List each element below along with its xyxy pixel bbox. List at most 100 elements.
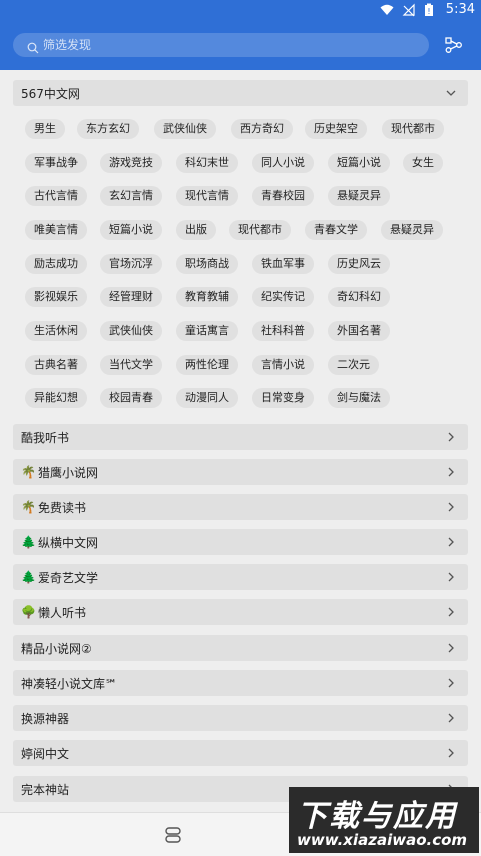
chip[interactable]: 东方玄幻 (77, 119, 139, 139)
chip[interactable]: 现代都市 (229, 220, 291, 240)
chip[interactable]: 剑与魔法 (328, 388, 390, 408)
chevron-right-icon (446, 431, 456, 442)
source-label: 神凑轻小说文库℠ (21, 676, 118, 691)
chip[interactable]: 唯美言情 (25, 220, 87, 240)
chip[interactable]: 青春校园 (252, 186, 314, 206)
chip[interactable]: 武侠仙侠 (154, 119, 216, 139)
battery-icon: ! (424, 3, 438, 17)
source-label: 猎鹰小说网 (37, 465, 98, 480)
chevron-right-icon (446, 606, 456, 617)
chevron-right-icon (446, 642, 456, 653)
search-bar[interactable] (13, 33, 429, 57)
source-shencou[interactable]: 神凑轻小说文库℠ (13, 670, 468, 696)
chip[interactable]: 现代言情 (176, 186, 238, 206)
chip[interactable]: 女生 (403, 153, 443, 173)
chip[interactable]: 纪实传记 (252, 287, 314, 307)
chip[interactable]: 古典名著 (25, 355, 87, 375)
chip[interactable]: 游戏竞技 (100, 153, 162, 173)
status-bar: ! 5:34 (0, 0, 481, 22)
chip[interactable]: 异能幻想 (25, 388, 87, 408)
deciduous-tree-icon: 🌳 (21, 605, 36, 619)
palm-tree-icon: 🌴 (21, 465, 36, 479)
no-signal-icon (402, 3, 416, 17)
chip[interactable]: 外国名著 (328, 321, 390, 341)
chip[interactable]: 生活休闲 (25, 321, 87, 341)
source-label: 酷我听书 (21, 430, 70, 445)
chip[interactable]: 励志成功 (25, 254, 87, 274)
group-title: 567中文网 (21, 86, 80, 101)
chip[interactable]: 教育教辅 (176, 287, 238, 307)
svg-text:!: ! (427, 7, 430, 16)
source-lanren[interactable]: 🌳 懒人听书 (13, 599, 468, 625)
chip[interactable]: 两性伦理 (176, 355, 238, 375)
chevron-right-icon (446, 466, 456, 477)
search-icon (27, 39, 39, 54)
source-huanyuan[interactable]: 换源神器 (13, 705, 468, 731)
chip[interactable]: 童话寓言 (176, 321, 238, 341)
chevron-right-icon (446, 712, 456, 723)
chip[interactable]: 男生 (25, 119, 65, 139)
group-567-header[interactable]: 567中文网 (13, 80, 468, 106)
palm-tree-icon: 🌴 (21, 500, 36, 514)
source-kuwo[interactable]: 酷我听书 (13, 424, 468, 450)
chip[interactable]: 二次元 (328, 355, 379, 375)
chip[interactable]: 影视娱乐 (25, 287, 87, 307)
chevron-right-icon (446, 536, 456, 547)
source-label: 完本神站 (21, 782, 70, 797)
chip[interactable]: 武侠仙侠 (100, 321, 162, 341)
source-label: 爱奇艺文学 (37, 570, 98, 585)
chip[interactable]: 社科科普 (252, 321, 314, 341)
chip[interactable]: 短篇小说 (328, 153, 390, 173)
chip[interactable]: 古代言情 (25, 186, 87, 206)
evergreen-tree-icon: 🌲 (21, 535, 36, 549)
chevron-right-icon (446, 677, 456, 688)
source-label: 懒人听书 (37, 605, 86, 620)
chevron-right-icon (446, 747, 456, 758)
clock: 5:34 (445, 2, 475, 17)
chip[interactable]: 西方奇幻 (231, 119, 293, 139)
source-label: 婷阅中文 (21, 746, 70, 761)
chip[interactable]: 悬疑灵异 (381, 220, 443, 240)
source-zongheng[interactable]: 🌲 纵横中文网 (13, 529, 468, 555)
chip[interactable]: 奇幻科幻 (328, 287, 390, 307)
wifi-icon (380, 3, 394, 17)
chevron-down-icon (446, 87, 456, 97)
chip[interactable]: 悬疑灵异 (328, 186, 390, 206)
share-icon[interactable] (445, 36, 463, 54)
source-lieying[interactable]: 🌴 猎鹰小说网 (13, 459, 468, 485)
source-iqiyi[interactable]: 🌲 爱奇艺文学 (13, 564, 468, 590)
chip[interactable]: 短篇小说 (100, 220, 162, 240)
chip[interactable]: 经管理财 (100, 287, 162, 307)
chip[interactable]: 玄幻言情 (100, 186, 162, 206)
chip[interactable]: 校园青春 (100, 388, 162, 408)
app-header: ! 5:34 (0, 0, 481, 70)
chip[interactable]: 历史风云 (328, 254, 390, 274)
source-jingpin[interactable]: 精品小说网② (13, 635, 468, 661)
discover-list: 567中文网 男生 东方玄幻 武侠仙侠 西方奇幻 历史架空 现代都市 军事战争 … (0, 70, 481, 812)
source-tingyue[interactable]: 婷阅中文 (13, 740, 468, 766)
bookshelf-icon[interactable] (164, 826, 182, 844)
search-input[interactable] (43, 38, 403, 52)
site-watermark: 下载与应用 www.xiazaiwao.com (289, 787, 479, 853)
source-label: 免费读书 (37, 500, 86, 515)
chip[interactable]: 动漫同人 (176, 388, 238, 408)
source-label: 精品小说网② (21, 641, 92, 656)
chevron-right-icon (446, 501, 456, 512)
evergreen-tree-icon: 🌲 (21, 570, 36, 584)
chip[interactable]: 历史架空 (305, 119, 367, 139)
chip[interactable]: 铁血军事 (252, 254, 314, 274)
chip[interactable]: 官场沉浮 (100, 254, 162, 274)
chip[interactable]: 职场商战 (176, 254, 238, 274)
chevron-right-icon (446, 571, 456, 582)
chip[interactable]: 言情小说 (252, 355, 314, 375)
chip[interactable]: 科幻末世 (176, 153, 238, 173)
chip[interactable]: 同人小说 (252, 153, 314, 173)
chip[interactable]: 日常变身 (252, 388, 314, 408)
chip[interactable]: 当代文学 (100, 355, 162, 375)
chip[interactable]: 青春文学 (305, 220, 367, 240)
chip[interactable]: 出版 (176, 220, 216, 240)
chip[interactable]: 现代都市 (382, 119, 444, 139)
source-mianfei[interactable]: 🌴 免费读书 (13, 494, 468, 520)
chip[interactable]: 军事战争 (25, 153, 87, 173)
source-label: 换源神器 (21, 711, 70, 726)
